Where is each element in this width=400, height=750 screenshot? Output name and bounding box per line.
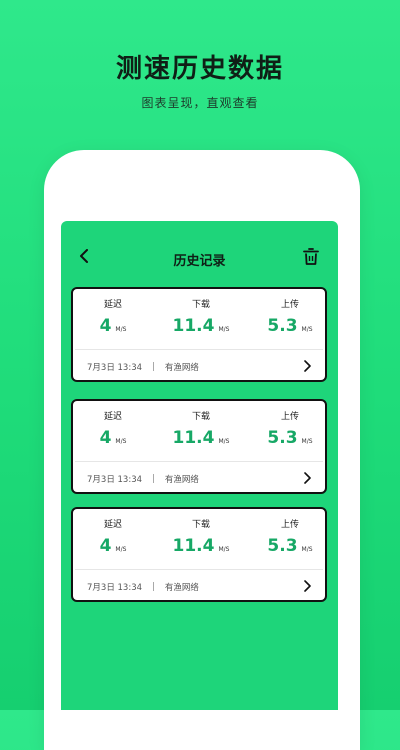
- card-divider: [75, 461, 323, 462]
- record-detail-button[interactable]: [301, 471, 313, 485]
- chevron-right-icon: [304, 360, 311, 372]
- upload-metric: 上传 5.3 M/S: [245, 297, 335, 336]
- download-label: 下载: [191, 520, 210, 530]
- download-metric: 下载 11.4 M/S: [156, 517, 246, 556]
- latency-unit: M/S: [115, 546, 127, 553]
- upload-label: 上传: [280, 520, 299, 530]
- history-record-card[interactable]: 延迟 4 M/S 下载 11.4 M/S 上传 5.3 M/S 7月3日 13:34: [71, 399, 327, 494]
- upload-value: 5.3: [267, 428, 298, 448]
- latency-label: 延迟: [103, 412, 122, 422]
- download-value: 11.4: [172, 536, 215, 556]
- record-datetime: 7月3日 13:34: [87, 583, 143, 593]
- download-unit: M/S: [218, 438, 230, 445]
- download-label: 下载: [191, 300, 210, 310]
- record-datetime: 7月3日 13:34: [87, 475, 143, 485]
- record-detail-button[interactable]: [301, 359, 313, 373]
- history-record-card[interactable]: 延迟 4 M/S 下载 11.4 M/S 上传 5.3 M/S 7月3日 13:34: [71, 507, 327, 602]
- nav-bar: 历史记录: [61, 221, 338, 279]
- download-metric: 下载 11.4 M/S: [156, 297, 246, 336]
- trash-icon: [303, 248, 319, 265]
- chevron-right-icon: [304, 580, 311, 592]
- history-record-card[interactable]: 延迟 4 M/S 下载 11.4 M/S 上传 5.3 M/S 7月3日 13:34: [71, 287, 327, 382]
- upload-metric: 上传 5.3 M/S: [245, 409, 335, 448]
- footer-separator: |: [152, 362, 155, 372]
- upload-metric: 上传 5.3 M/S: [245, 517, 335, 556]
- promo-title: 测速历史数据: [115, 54, 284, 84]
- latency-unit: M/S: [115, 326, 127, 333]
- card-divider: [75, 569, 323, 570]
- footer-separator: |: [152, 474, 155, 484]
- record-datetime: 7月3日 13:34: [87, 363, 143, 373]
- record-network: 有渔网络: [164, 363, 199, 373]
- download-unit: M/S: [218, 326, 230, 333]
- promo-subtitle: 图表呈现，直观查看: [141, 96, 259, 110]
- upload-unit: M/S: [301, 546, 313, 553]
- app-screen: 历史记录 延迟 4 M/S 下载 11.4 M/S 上传 5.3 M/S 7月3…: [61, 221, 338, 710]
- latency-label: 延迟: [103, 300, 122, 310]
- record-detail-button[interactable]: [301, 579, 313, 593]
- upload-label: 上传: [280, 412, 299, 422]
- download-label: 下载: [191, 412, 210, 422]
- card-divider: [75, 349, 323, 350]
- footer-separator: |: [152, 582, 155, 592]
- latency-label: 延迟: [103, 520, 122, 530]
- latency-value: 4: [99, 428, 112, 448]
- page-title: 历史记录: [173, 254, 226, 269]
- download-value: 11.4: [172, 316, 215, 336]
- delete-button[interactable]: [302, 247, 320, 267]
- upload-label: 上传: [280, 300, 299, 310]
- latency-metric: 延迟 4 M/S: [68, 409, 158, 448]
- latency-value: 4: [99, 536, 112, 556]
- upload-value: 5.3: [267, 316, 298, 336]
- upload-value: 5.3: [267, 536, 298, 556]
- download-value: 11.4: [172, 428, 215, 448]
- download-unit: M/S: [218, 546, 230, 553]
- latency-metric: 延迟 4 M/S: [68, 297, 158, 336]
- upload-unit: M/S: [301, 438, 313, 445]
- upload-unit: M/S: [301, 326, 313, 333]
- latency-metric: 延迟 4 M/S: [68, 517, 158, 556]
- chevron-right-icon: [304, 472, 311, 484]
- download-metric: 下载 11.4 M/S: [156, 409, 246, 448]
- record-network: 有渔网络: [164, 583, 199, 593]
- record-network: 有渔网络: [164, 475, 199, 485]
- latency-value: 4: [99, 316, 112, 336]
- latency-unit: M/S: [115, 438, 127, 445]
